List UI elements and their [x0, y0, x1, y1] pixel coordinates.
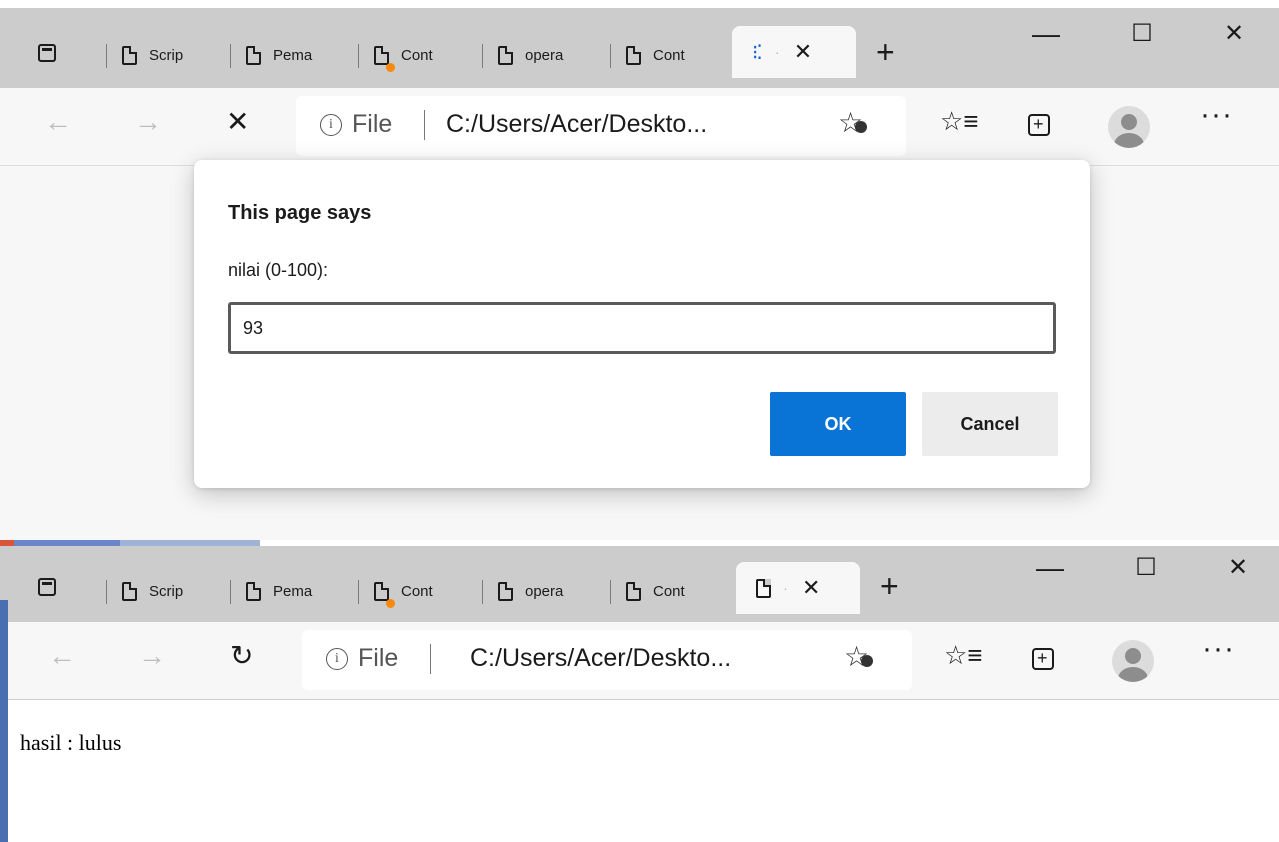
tab-label: opera [525, 46, 564, 64]
close-window-icon[interactable]: ✕ [1218, 550, 1258, 586]
tab-label: opera [525, 582, 564, 600]
forward-icon[interactable]: → [134, 102, 162, 142]
info-icon[interactable]: i [320, 114, 342, 136]
tab-actions-icon[interactable] [38, 44, 56, 62]
tab-2[interactable]: Pema [230, 32, 358, 78]
maximize-icon[interactable]: ☐ [1122, 16, 1162, 52]
tab-label: Pema [273, 46, 313, 64]
page-icon [626, 581, 641, 601]
dialog-title: This page says [228, 202, 372, 224]
page-icon [756, 578, 771, 598]
close-tab-icon[interactable]: ✕ [794, 39, 812, 65]
loading-spinner-icon: ⁝⁚ [752, 41, 763, 64]
profile-avatar[interactable] [1108, 106, 1150, 148]
info-icon[interactable]: i [326, 648, 348, 670]
ok-button[interactable]: OK [770, 392, 906, 456]
notification-dot-icon [386, 599, 395, 608]
tab-active[interactable]: ⁝⁚ · ✕ [732, 26, 856, 78]
tab-3[interactable]: Cont [358, 568, 482, 614]
forward-icon[interactable]: → [138, 636, 166, 676]
prompt-input[interactable] [228, 302, 1056, 354]
address-bar[interactable]: i File C:/Users/Acer/Deskto... ☆ [296, 96, 906, 156]
new-tab-icon[interactable]: + [880, 568, 899, 604]
tab-label: Cont [653, 46, 685, 64]
notification-dot-icon [386, 63, 395, 72]
divider [424, 110, 425, 140]
page-icon [374, 45, 389, 65]
tab-active[interactable]: · ✕ [736, 562, 860, 614]
close-window-icon[interactable]: ✕ [1214, 16, 1254, 52]
page-icon [122, 45, 137, 65]
favorites-icon[interactable]: ☆≡ [940, 106, 978, 137]
add-favorite-icon[interactable]: ☆ [844, 640, 874, 673]
page-icon [626, 45, 641, 65]
page-icon [122, 581, 137, 601]
tab-label: Pema [273, 582, 313, 600]
page-icon [246, 581, 261, 601]
minimize-icon[interactable]: — [1030, 550, 1070, 586]
tab-strip: Scrip Pema Cont opera Cont · ✕ + — ☐ ✕ [0, 546, 1279, 622]
scheme-label: File [358, 644, 399, 672]
tab-4[interactable]: opera [482, 568, 610, 614]
tab-4[interactable]: opera [482, 32, 610, 78]
tab-label: Cont [401, 46, 433, 64]
tab-label: Cont [653, 582, 685, 600]
scheme-label: File [352, 110, 393, 138]
tab-2[interactable]: Pema [230, 568, 358, 614]
top-strip [0, 0, 1279, 8]
url-text[interactable]: C:/Users/Acer/Deskto... [470, 644, 731, 673]
tab-actions-icon[interactable] [38, 578, 56, 596]
tab-5[interactable]: Cont [610, 568, 736, 614]
tab-label: Scrip [149, 46, 184, 64]
back-icon[interactable]: ← [44, 102, 72, 142]
address-bar[interactable]: i File C:/Users/Acer/Deskto... ☆ [302, 630, 912, 690]
prompt-dialog: This page says nilai (0-100): OK Cancel [194, 160, 1090, 488]
tab-label-faded: · [774, 43, 780, 61]
stop-loading-icon[interactable]: ✕ [226, 102, 249, 142]
tab-strip: Scrip Pema Cont opera Cont ⁝⁚ · ✕ + — ☐ … [0, 8, 1279, 88]
desktop-edge [0, 600, 8, 842]
cancel-button[interactable]: Cancel [922, 392, 1058, 456]
maximize-icon[interactable]: ☐ [1126, 550, 1166, 586]
tab-1[interactable]: Scrip [106, 568, 230, 614]
minimize-icon[interactable]: — [1026, 16, 1066, 52]
divider [430, 644, 431, 674]
collections-icon[interactable] [1028, 114, 1050, 136]
browser-window-prompt: Scrip Pema Cont opera Cont ⁝⁚ · ✕ + — ☐ … [0, 0, 1279, 540]
add-favorite-icon[interactable]: ☆ [838, 106, 868, 139]
url-text[interactable]: C:/Users/Acer/Deskto... [446, 110, 707, 139]
page-icon [498, 45, 513, 65]
back-icon[interactable]: ← [48, 636, 76, 676]
close-tab-icon[interactable]: ✕ [802, 575, 820, 601]
dialog-message: nilai (0-100): [228, 260, 329, 280]
tab-5[interactable]: Cont [610, 32, 732, 78]
more-options-icon[interactable]: ··· [1202, 632, 1235, 666]
tab-label: Scrip [149, 582, 184, 600]
toolbar: ← → ✕ i File C:/Users/Acer/Deskto... ☆ ☆… [0, 88, 1279, 166]
collections-icon[interactable] [1032, 648, 1054, 670]
tab-label: Cont [401, 582, 433, 600]
tab-1[interactable]: Scrip [106, 32, 230, 78]
tab-label-faded: · [783, 579, 788, 597]
new-tab-icon[interactable]: + [876, 34, 895, 70]
page-icon [374, 581, 389, 601]
toolbar: ← → ↻ i File C:/Users/Acer/Deskto... ☆ ☆… [0, 622, 1279, 700]
page-icon [246, 45, 261, 65]
profile-avatar[interactable] [1112, 640, 1154, 682]
tab-3[interactable]: Cont [358, 32, 482, 78]
result-text: hasil : lulus [20, 730, 122, 755]
more-options-icon[interactable]: ··· [1200, 98, 1233, 132]
browser-window-result: Scrip Pema Cont opera Cont · ✕ + — ☐ ✕ ←… [0, 540, 1279, 842]
favorites-icon[interactable]: ☆≡ [944, 640, 982, 671]
page-icon [498, 581, 513, 601]
reload-icon[interactable]: ↻ [230, 636, 253, 676]
